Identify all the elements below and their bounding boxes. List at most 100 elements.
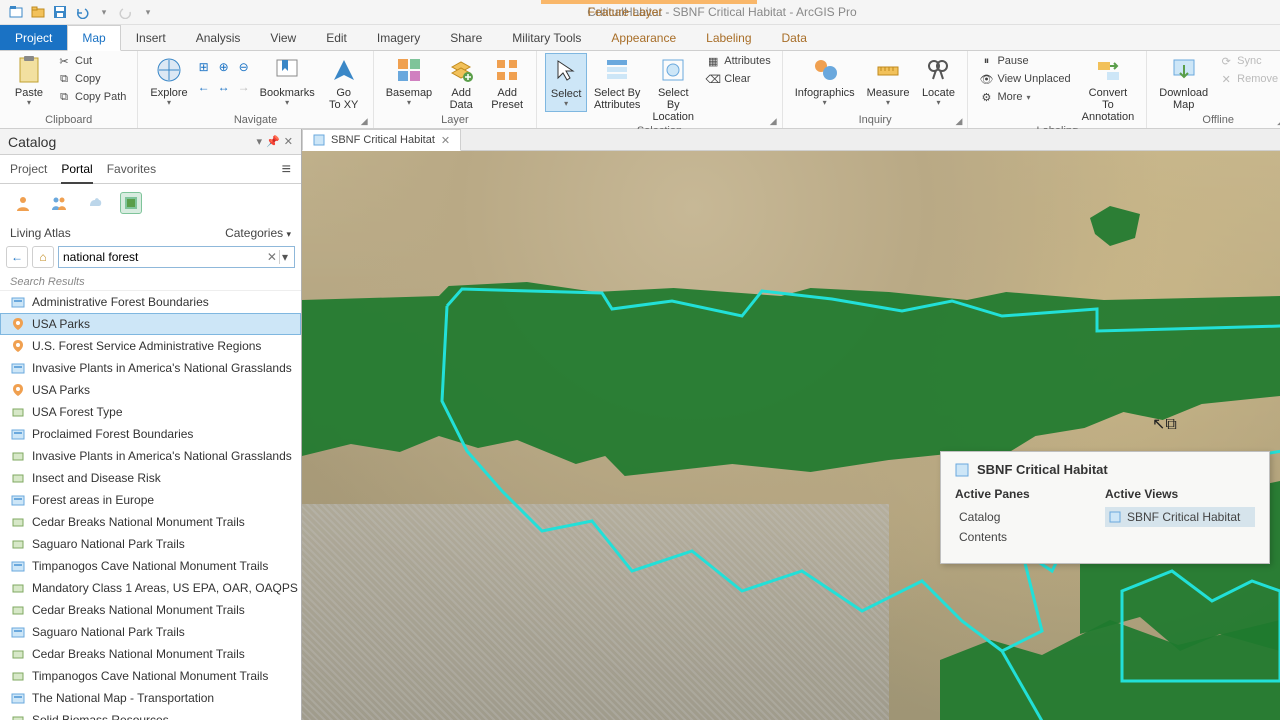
result-item[interactable]: Insect and Disease Risk <box>0 467 301 489</box>
result-item[interactable]: USA Forest Type <box>0 401 301 423</box>
home-button[interactable]: ⌂ <box>32 246 54 268</box>
back-button[interactable]: ← <box>6 246 28 268</box>
undo-icon[interactable] <box>74 4 90 20</box>
close-pane-icon[interactable]: ✕ <box>284 135 293 148</box>
tab-analysis[interactable]: Analysis <box>181 25 256 50</box>
go-to-xy-button[interactable]: Go To XY <box>323 53 365 113</box>
save-project-icon[interactable] <box>52 4 68 20</box>
nav-fixed-zoomin-icon[interactable]: ⊕ <box>216 59 232 75</box>
measure-button[interactable]: Measure▾ <box>863 53 914 110</box>
search-dropdown-icon[interactable]: ▾ <box>279 250 290 264</box>
convert-annotation-button[interactable]: Convert To Annotation <box>1078 53 1139 125</box>
map-tab-sbnf[interactable]: SBNF Critical Habitat ✕ <box>302 129 461 151</box>
search-box[interactable]: ✕ ▾ <box>58 246 295 268</box>
pin-icon[interactable]: 📌 <box>266 135 280 148</box>
dropdown-icon[interactable]: ▾ <box>257 135 263 148</box>
living-atlas-icon[interactable] <box>120 192 142 214</box>
catalog-tab-favorites[interactable]: Favorites <box>107 162 156 182</box>
pane-item-contents[interactable]: Contents <box>955 527 1085 547</box>
result-item[interactable]: Invasive Plants in America's National Gr… <box>0 357 301 379</box>
add-data-button[interactable]: Add Data <box>440 53 482 113</box>
result-item[interactable]: U.S. Forest Service Administrative Regio… <box>0 335 301 357</box>
paste-button[interactable]: Paste ▾ <box>8 53 50 110</box>
catalog-tab-strip: Project Portal Favorites ≡ <box>0 155 301 184</box>
search-input[interactable] <box>63 250 265 264</box>
infographics-button[interactable]: Infographics▾ <box>791 53 859 110</box>
my-groups-icon[interactable] <box>48 192 70 214</box>
tab-imagery[interactable]: Imagery <box>362 25 435 50</box>
tab-edit[interactable]: Edit <box>311 25 362 50</box>
tab-data[interactable]: Data <box>767 25 822 50</box>
copy-button[interactable]: ⧉Copy <box>54 71 129 87</box>
results-list[interactable]: Administrative Forest BoundariesUSA Park… <box>0 290 301 720</box>
result-item[interactable]: Timpanogos Cave National Monument Trails <box>0 665 301 687</box>
result-item[interactable]: Cedar Breaks National Monument Trails <box>0 511 301 533</box>
tab-appearance[interactable]: Appearance <box>596 25 691 50</box>
result-item[interactable]: Solid Biomass Resources <box>0 709 301 720</box>
download-map-button[interactable]: Download Map <box>1155 53 1212 113</box>
nav-next-extent-icon[interactable]: → <box>236 79 252 95</box>
catalog-menu-icon[interactable]: ≡ <box>282 161 291 183</box>
download-map-icon <box>1169 55 1199 85</box>
tab-labeling[interactable]: Labeling <box>691 25 766 50</box>
navigate-dialog-launcher[interactable]: ◢ <box>361 116 371 126</box>
tab-share[interactable]: Share <box>435 25 497 50</box>
result-item[interactable]: Cedar Breaks National Monument Trails <box>0 599 301 621</box>
attributes-button[interactable]: ▦Attributes <box>703 53 773 69</box>
result-item[interactable]: Saguaro National Park Trails <box>0 621 301 643</box>
view-unplaced-button[interactable]: 👁View Unplaced <box>976 71 1073 87</box>
select-by-attributes-button[interactable]: Select By Attributes <box>591 53 643 113</box>
result-item[interactable]: Cedar Breaks National Monument Trails <box>0 643 301 665</box>
bookmarks-button[interactable]: Bookmarks▾ <box>256 53 319 110</box>
nav-prev-extent-icon[interactable]: ← <box>196 79 212 95</box>
result-item[interactable]: USA Parks <box>0 379 301 401</box>
map-tab-close-icon[interactable]: ✕ <box>441 134 450 147</box>
tab-view[interactable]: View <box>255 25 311 50</box>
locate-button[interactable]: Locate▾ <box>917 53 959 110</box>
result-item[interactable]: Timpanogos Cave National Monument Trails <box>0 555 301 577</box>
selection-dialog-launcher[interactable]: ◢ <box>770 116 780 126</box>
tab-project[interactable]: Project <box>0 25 67 50</box>
catalog-tab-portal[interactable]: Portal <box>61 162 92 184</box>
categories-dropdown[interactable]: Categories ▾ <box>225 226 291 240</box>
pane-item-catalog[interactable]: Catalog <box>955 507 1085 527</box>
result-item[interactable]: Invasive Plants in America's National Gr… <box>0 445 301 467</box>
nav-fixed-zoomout-icon[interactable]: ⊖ <box>236 59 252 75</box>
view-item-sbnf[interactable]: SBNF Critical Habitat <box>1105 507 1255 527</box>
result-item[interactable]: Saguaro National Park Trails <box>0 533 301 555</box>
nav-arrow-group-icon[interactable]: ↔ <box>216 79 232 95</box>
result-label: Timpanogos Cave National Monument Trails <box>32 559 268 573</box>
redo-icon[interactable] <box>118 4 134 20</box>
select-button[interactable]: Select▾ <box>545 53 587 112</box>
layer-icon <box>10 338 26 354</box>
result-item[interactable]: Forest areas in Europe <box>0 489 301 511</box>
cut-button[interactable]: ✂Cut <box>54 53 129 69</box>
redo-dropdown-icon[interactable]: ▾ <box>96 4 112 20</box>
more-labeling-button[interactable]: ⚙More ▾ <box>976 89 1073 105</box>
qat-dropdown-icon[interactable]: ▾ <box>140 4 156 20</box>
tab-military-tools[interactable]: Military Tools <box>497 25 596 50</box>
map-canvas[interactable]: SBNF Critical Habitat Active Panes Catal… <box>302 151 1280 720</box>
copy-path-button[interactable]: ⧉Copy Path <box>54 89 129 105</box>
inquiry-dialog-launcher[interactable]: ◢ <box>955 116 965 126</box>
catalog-tab-project[interactable]: Project <box>10 162 47 182</box>
result-item[interactable]: Mandatory Class 1 Areas, US EPA, OAR, OA… <box>0 577 301 599</box>
tab-insert[interactable]: Insert <box>121 25 181 50</box>
nav-full-extent-icon[interactable]: ⊞ <box>196 59 212 75</box>
result-item[interactable]: Administrative Forest Boundaries <box>0 291 301 313</box>
explore-button[interactable]: Explore▾ <box>146 53 191 110</box>
result-item[interactable]: USA Parks <box>0 313 301 335</box>
basemap-button[interactable]: Basemap▾ <box>382 53 436 110</box>
add-preset-button[interactable]: Add Preset <box>486 53 528 113</box>
open-project-icon[interactable] <box>30 4 46 20</box>
result-item[interactable]: The National Map - Transportation <box>0 687 301 709</box>
select-by-location-button[interactable]: Select By Location <box>647 53 699 125</box>
all-portal-icon[interactable] <box>84 192 106 214</box>
clear-selection-button[interactable]: ⌫Clear <box>703 71 773 87</box>
clear-search-icon[interactable]: ✕ <box>265 250 279 264</box>
my-content-icon[interactable] <box>12 192 34 214</box>
new-project-icon[interactable] <box>8 4 24 20</box>
result-item[interactable]: Proclaimed Forest Boundaries <box>0 423 301 445</box>
tab-map[interactable]: Map <box>67 25 120 51</box>
pause-labeling-button[interactable]: ⏸Pause <box>976 53 1073 69</box>
